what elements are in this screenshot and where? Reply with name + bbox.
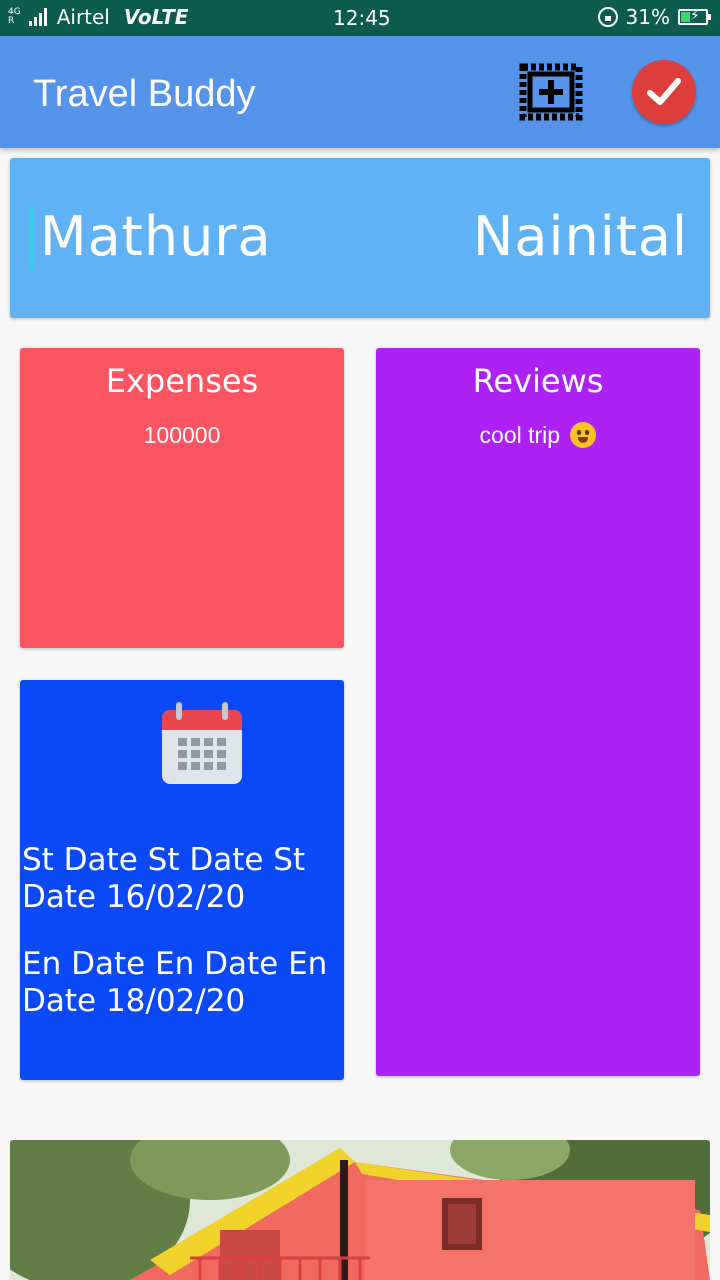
status-left: 4G R Airtel VoLTE <box>8 5 188 29</box>
volte-indicator: VoLTE <box>123 5 189 29</box>
review-text-row: cool trip <box>376 422 700 449</box>
expenses-amount: 100000 <box>143 422 221 448</box>
rotation-lock-icon <box>597 7 618 27</box>
reviews-title: Reviews <box>472 362 604 400</box>
expenses-card[interactable]: Expenses 100000 <box>20 348 344 648</box>
trip-photo[interactable] <box>10 1140 710 1280</box>
route-card[interactable]: Mathura Nainital <box>10 158 710 318</box>
house-photo-image <box>10 1140 710 1280</box>
battery-percent: 31% <box>625 5 670 29</box>
battery-icon: ⚡ <box>678 8 711 25</box>
calendar-icon[interactable] <box>160 702 244 786</box>
review-text: cool trip <box>479 422 561 448</box>
smiley-emoji-icon <box>570 422 597 448</box>
start-date: St Date St Date St Date 16/02/20 <box>22 842 306 915</box>
roaming-indicator: R <box>8 16 15 26</box>
end-date: En Date En Date En Date 18/02/20 <box>22 946 328 1019</box>
status-right: 31% ⚡ <box>597 5 711 29</box>
route-to[interactable]: Nainital <box>473 205 688 268</box>
dates-card[interactable]: St Date St Date St Date 16/02/20 En Date… <box>20 680 344 1080</box>
text-cursor <box>30 206 34 270</box>
app-title: Travel Buddy <box>33 73 256 115</box>
check-icon <box>647 78 681 105</box>
route-from[interactable]: Mathura <box>40 205 272 268</box>
carrier-name: Airtel <box>56 5 110 29</box>
expenses-title: Expenses <box>105 362 259 400</box>
status-bar: 4G R Airtel VoLTE 12:45 31% ⚡ <box>0 0 720 36</box>
add-photo-button[interactable] <box>518 62 584 122</box>
signal-icon <box>28 8 47 26</box>
add-photo-icon <box>519 63 583 121</box>
network-indicator: 4G R <box>8 8 21 26</box>
reviews-card[interactable]: Reviews cool trip <box>376 348 700 1076</box>
status-time: 12:45 <box>333 6 391 30</box>
done-button[interactable] <box>632 60 696 124</box>
app-bar: Travel Buddy <box>0 36 720 148</box>
